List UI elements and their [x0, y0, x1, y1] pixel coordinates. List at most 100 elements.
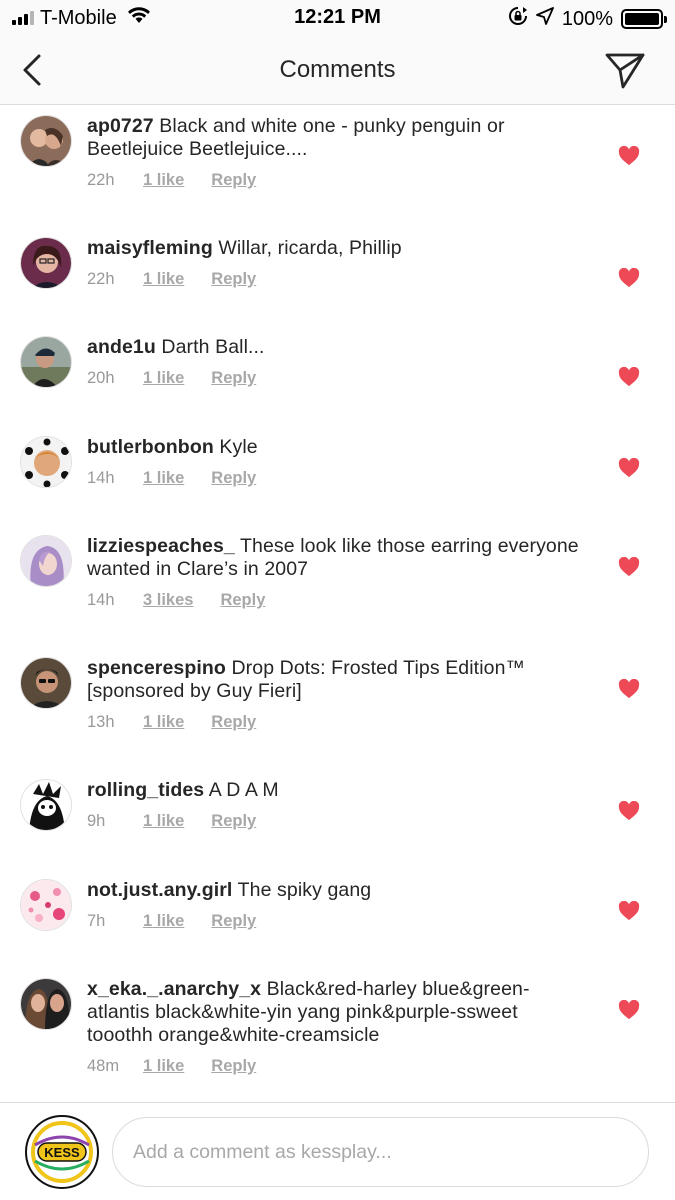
comment-meta: 22h 1 like Reply: [87, 171, 587, 190]
comment-text: butlerbonbon Kyle: [87, 436, 587, 459]
comment-likes-link[interactable]: 1 like: [143, 713, 184, 732]
reply-button[interactable]: Reply: [211, 912, 256, 931]
avatar[interactable]: [20, 657, 72, 709]
heart-icon[interactable]: [618, 268, 640, 288]
comment-time: 20h: [87, 369, 115, 387]
reply-button[interactable]: Reply: [211, 469, 256, 488]
comment-body: ap0727 Black and white one - punky pengu…: [87, 115, 587, 190]
comment-text: rolling_tides A D A M: [87, 779, 587, 802]
comment-text: ande1u Darth Ball...: [87, 336, 587, 359]
comment-text: not.just.any.girl The spiky gang: [87, 879, 587, 902]
paper-plane-icon: [605, 53, 645, 89]
comment-likes-link[interactable]: 3 likes: [143, 591, 193, 610]
heart-icon[interactable]: [618, 1000, 640, 1020]
reply-button[interactable]: Reply: [211, 171, 256, 190]
comment-message: Kyle: [219, 436, 258, 458]
comment-username[interactable]: ap0727: [87, 115, 154, 137]
comment-message: Darth Ball...: [161, 336, 265, 358]
comment-body: butlerbonbon Kyle 14h 1 like Reply: [87, 436, 587, 488]
comment-likes-link[interactable]: 1 like: [143, 270, 184, 289]
avatar[interactable]: [20, 237, 72, 289]
avatar[interactable]: [20, 779, 72, 831]
location-icon: [535, 7, 554, 31]
heart-icon[interactable]: [618, 557, 640, 577]
comment-meta: 14h 1 like Reply: [87, 469, 587, 488]
heart-icon[interactable]: [618, 367, 640, 387]
heart-icon[interactable]: [618, 146, 640, 166]
comment-username[interactable]: ande1u: [87, 336, 156, 358]
comment-likes-link[interactable]: 1 like: [143, 1057, 184, 1076]
reply-button[interactable]: Reply: [211, 812, 256, 831]
comment-composer: KESS: [0, 1102, 675, 1200]
comment-time: 22h: [87, 171, 115, 189]
comment-text: lizziespeaches_ These look like those ea…: [87, 535, 587, 581]
comment-username[interactable]: not.just.any.girl: [87, 879, 232, 901]
avatar[interactable]: [20, 115, 72, 167]
current-user-avatar: KESS: [25, 1115, 99, 1189]
comment-likes-link[interactable]: 1 like: [143, 171, 184, 190]
comment-meta: 13h 1 like Reply: [87, 713, 587, 732]
comment-username[interactable]: butlerbonbon: [87, 436, 214, 458]
comment-text: spencerespino Drop Dots: Frosted Tips Ed…: [87, 657, 587, 703]
comment-body: maisyfleming Willar, ricarda, Phillip 22…: [87, 237, 587, 289]
comment-likes-link[interactable]: 1 like: [143, 469, 184, 488]
comment-username[interactable]: rolling_tides: [87, 779, 204, 801]
comment-meta: 14h 3 likes Reply: [87, 591, 587, 610]
avatar[interactable]: [20, 978, 72, 1030]
comment-body: not.just.any.girl The spiky gang 7h 1 lik…: [87, 879, 587, 931]
comment-input[interactable]: [112, 1117, 649, 1187]
heart-icon[interactable]: [618, 458, 640, 478]
heart-icon[interactable]: [618, 801, 640, 821]
avatar[interactable]: [20, 879, 72, 931]
comment-body: lizziespeaches_ These look like those ea…: [87, 535, 587, 610]
comment-time: 7h: [87, 912, 106, 930]
comment-message: Willar, ricarda, Phillip: [218, 237, 402, 259]
page-title: Comments: [279, 56, 396, 83]
comment-message: The spiky gang: [237, 879, 372, 901]
comment-time: 48m: [87, 1057, 120, 1075]
comment-username[interactable]: lizziespeaches_: [87, 535, 235, 557]
comment-body: spencerespino Drop Dots: Frosted Tips Ed…: [87, 657, 587, 732]
comment-meta: 9h 1 like Reply: [87, 812, 587, 831]
reply-button[interactable]: Reply: [211, 713, 256, 732]
comment-likes-link[interactable]: 1 like: [143, 369, 184, 388]
reply-button[interactable]: Reply: [211, 1057, 256, 1076]
avatar[interactable]: [20, 535, 72, 587]
comment-body: rolling_tides A D A M 9h 1 like Reply: [87, 779, 587, 831]
rotation-lock-icon: [508, 6, 528, 32]
comment-text: maisyfleming Willar, ricarda, Phillip: [87, 237, 587, 260]
share-button[interactable]: [603, 50, 647, 90]
comments-list[interactable]: ap0727 Black and white one - punky pengu…: [0, 105, 675, 1102]
reply-button[interactable]: Reply: [211, 369, 256, 388]
comment-likes-link[interactable]: 1 like: [143, 812, 184, 831]
heart-icon[interactable]: [618, 901, 640, 921]
comment-text: ap0727 Black and white one - punky pengu…: [87, 115, 587, 161]
comment-time: 14h: [87, 469, 115, 487]
comment-meta: 20h 1 like Reply: [87, 369, 587, 388]
comment-text: x_eka._.anarchy_x Black&red-harley blue&…: [87, 978, 587, 1047]
comment-meta: 7h 1 like Reply: [87, 912, 587, 931]
heart-icon[interactable]: [618, 679, 640, 699]
battery-percent: 100%: [561, 7, 613, 30]
comment-time: 14h: [87, 591, 115, 609]
avatar-logo-text: KESS: [44, 1145, 80, 1160]
status-bar: T-Mobile 12:21 PM 100%: [0, 0, 675, 36]
comment-likes-link[interactable]: 1 like: [143, 912, 184, 931]
status-right: 100%: [508, 6, 667, 32]
comment-body: ande1u Darth Ball... 20h 1 like Reply: [87, 336, 587, 388]
comment-username[interactable]: maisyfleming: [87, 237, 213, 259]
comment-username[interactable]: x_eka._.anarchy_x: [87, 978, 261, 1000]
comment-time: 13h: [87, 713, 115, 731]
comment-meta: 48m 1 like Reply: [87, 1057, 587, 1076]
comment-time: 9h: [87, 812, 106, 830]
comment-time: 22h: [87, 270, 115, 288]
reply-button[interactable]: Reply: [211, 270, 256, 289]
nav-bar: Comments: [0, 36, 675, 105]
avatar[interactable]: [20, 436, 72, 488]
reply-button[interactable]: Reply: [220, 591, 265, 610]
avatar[interactable]: [20, 336, 72, 388]
comment-username[interactable]: spencerespino: [87, 657, 226, 679]
comment-message: A D A M: [208, 779, 279, 801]
comment-meta: 22h 1 like Reply: [87, 270, 587, 289]
comment-body: x_eka._.anarchy_x Black&red-harley blue&…: [87, 978, 587, 1076]
